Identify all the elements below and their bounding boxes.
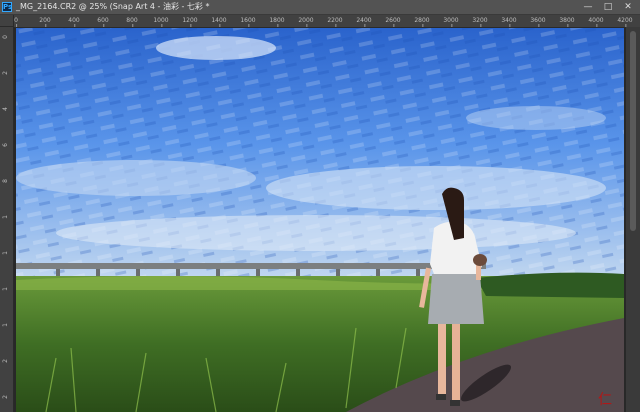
ruler-tick-label: 400 [68, 17, 80, 27]
ruler-tick-label: 0 [14, 17, 18, 27]
ruler-tick-label: 3600 [530, 17, 546, 27]
close-button[interactable]: ✕ [618, 0, 638, 14]
ruler-tick-label: 3200 [472, 17, 488, 27]
painted-photo: 仁 [16, 28, 624, 412]
ruler-tick-label: 1200 [182, 17, 198, 27]
ruler-tick-label: 6 [2, 143, 9, 147]
ruler-tick-label: 1400 [211, 17, 227, 27]
ruler-tick-label: 0 [2, 35, 9, 39]
ruler-tick-label: 1800 [269, 17, 285, 27]
ruler-tick-label: 2 [2, 359, 9, 363]
image-canvas[interactable]: 仁 [16, 28, 624, 412]
ruler-tick-label: 2800 [414, 17, 430, 27]
ruler-origin[interactable] [0, 15, 14, 27]
ruler-tick-label: 3800 [559, 17, 575, 27]
ruler-tick-label: 2 [2, 71, 9, 75]
ruler-tick-label: 600 [97, 17, 109, 27]
ruler-tick-label: 2200 [327, 17, 343, 27]
ruler-tick-label: 1 [2, 215, 9, 219]
maximize-button[interactable]: □ [598, 0, 618, 14]
ruler-tick-label: 3000 [443, 17, 459, 27]
ruler-tick-label: 2 [2, 395, 9, 399]
vertical-ruler[interactable]: 0 2 4 6 8 1 1 1 1 2 2 [0, 27, 14, 412]
ruler-tick-label: 4 [2, 107, 9, 111]
vertical-scrollbar[interactable] [626, 27, 640, 412]
ruler-tick-label: 1 [2, 323, 9, 327]
photoshop-icon: Ps [2, 2, 13, 12]
svg-text:仁: 仁 [598, 392, 612, 408]
ruler-tick-label: 2000 [298, 17, 314, 27]
ruler-tick-label: 4200 [617, 17, 633, 27]
scroll-thumb[interactable] [630, 31, 636, 231]
ruler-tick-label: 4000 [588, 17, 604, 27]
ruler-tick-label: 3400 [501, 17, 517, 27]
ruler-tick-label: 8 [2, 179, 9, 183]
horizontal-ruler[interactable]: 0 200 400 600 800 1000 1200 1400 1600 1800 2000 220… [14, 15, 640, 28]
document-title[interactable]: _MG_2164.CR2 @ 25% (Snap Art 4 - 油彩 - 七彩… [16, 1, 209, 13]
ruler-tick-label: 800 [126, 17, 138, 27]
ruler-tick-label: 1000 [153, 17, 169, 27]
ruler-tick-label: 1 [2, 287, 9, 291]
minimize-button[interactable]: — [578, 0, 598, 14]
ruler-tick-label: 200 [39, 17, 51, 27]
ruler-tick-label: 2400 [356, 17, 372, 27]
ruler-tick-label: 2600 [385, 17, 401, 27]
document-tab-bar: Ps _MG_2164.CR2 @ 25% (Snap Art 4 - 油彩 -… [0, 0, 640, 15]
ruler-tick-label: 1600 [240, 17, 256, 27]
ruler-tick-label: 1 [2, 251, 9, 255]
